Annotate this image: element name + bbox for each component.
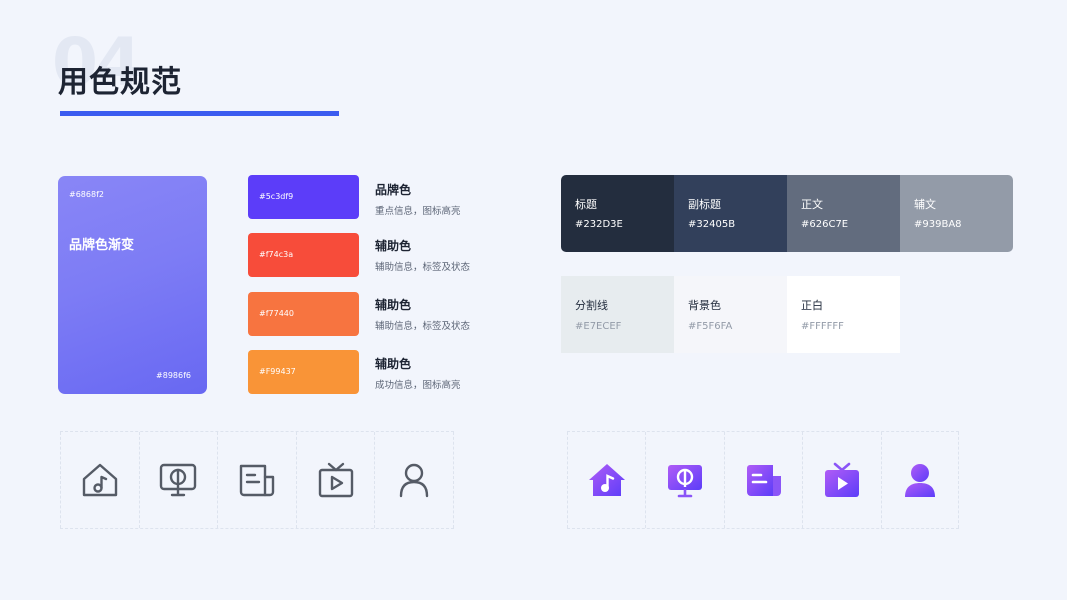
- accent-swatch-orange: #f77440: [248, 292, 359, 336]
- page-title: 用色规范: [58, 65, 182, 100]
- neutral-name: 辅文: [914, 198, 936, 211]
- light-swatch-white: 正白 #FFFFFF: [787, 276, 900, 353]
- home-music-icon: [588, 464, 625, 496]
- light-hex: #E7ECEF: [575, 321, 622, 332]
- swatch-name: 辅助色: [375, 239, 412, 253]
- user-icon: [399, 463, 429, 498]
- brand-swatch: #5c3df9: [248, 175, 359, 219]
- neutral-palette: 标题 #232D3E 副标题 #32405B 正文 #626C7E 辅文 #93…: [561, 175, 1013, 252]
- swatch-desc: 重点信息，图标高亮: [375, 206, 461, 217]
- news-icon: [746, 465, 781, 496]
- light-swatch-divider: 分割线 #E7ECEF: [561, 276, 674, 353]
- swatch-label: 辅助色 辅助信息，标签及状态: [375, 296, 470, 332]
- light-name: 背景色: [688, 299, 721, 312]
- gradient-hex-start: #6868f2: [69, 190, 104, 199]
- home-music-icon: [82, 463, 117, 497]
- outline-icon-grid: [60, 431, 454, 529]
- neutral-hex: #32405B: [688, 219, 736, 230]
- neutral-hex: #939BA8: [914, 219, 962, 230]
- neutral-swatch-title: 标题 #232D3E: [561, 175, 674, 252]
- light-palette: 分割线 #E7ECEF 背景色 #F5F6FA 正白 #FFFFFF: [561, 276, 900, 353]
- light-name: 正白: [801, 299, 823, 312]
- accent-swatch-amber: #F99437: [248, 350, 359, 394]
- swatch-hex: #f77440: [259, 309, 294, 318]
- swatch-hex: #f74c3a: [259, 250, 294, 259]
- light-hex: #F5F6FA: [688, 321, 733, 332]
- neutral-name: 副标题: [688, 198, 721, 211]
- swatch-hex: #5c3df9: [259, 192, 294, 201]
- neutral-swatch-aux: 辅文 #939BA8: [900, 175, 1013, 252]
- swatch-label: 辅助色 辅助信息，标签及状态: [375, 237, 470, 273]
- neutral-hex: #626C7E: [801, 219, 849, 230]
- light-swatch-background: 背景色 #F5F6FA: [674, 276, 787, 353]
- swatch-name: 辅助色: [375, 357, 412, 371]
- swatch-hex: #F99437: [259, 367, 296, 376]
- tv-play-icon: [824, 462, 859, 497]
- neutral-name: 标题: [575, 198, 597, 211]
- swatch-name: 品牌色: [375, 183, 412, 197]
- swatch-label: 辅助色 成功信息，图标高亮: [375, 355, 461, 391]
- neutral-swatch-body: 正文 #626C7E: [787, 175, 900, 252]
- gradient-card: #6868f2 品牌色渐变 #8986f6: [58, 176, 207, 394]
- title-underline: [60, 111, 339, 116]
- filled-icon-grid: [567, 431, 960, 529]
- neutral-hex: #232D3E: [575, 219, 623, 230]
- music-screen-icon: [668, 465, 703, 498]
- gradient-label: 品牌色渐变: [69, 238, 135, 253]
- neutral-name: 正文: [801, 198, 823, 211]
- neutral-swatch-subtitle: 副标题 #32405B: [674, 175, 787, 252]
- light-name: 分割线: [575, 299, 608, 312]
- accent-swatch-red: #f74c3a: [248, 233, 359, 277]
- light-hex: #FFFFFF: [801, 321, 844, 332]
- gradient-hex-end: #8986f6: [156, 371, 191, 380]
- music-screen-icon: [160, 463, 197, 497]
- news-icon: [239, 464, 275, 497]
- swatch-label: 品牌色 重点信息，图标高亮: [375, 181, 461, 217]
- swatch-desc: 辅助信息，标签及状态: [375, 262, 471, 273]
- tv-play-icon: [318, 462, 353, 498]
- swatch-name: 辅助色: [375, 298, 412, 312]
- swatch-desc: 辅助信息，标签及状态: [375, 321, 471, 332]
- swatch-desc: 成功信息，图标高亮: [375, 380, 461, 391]
- user-icon: [904, 464, 935, 497]
